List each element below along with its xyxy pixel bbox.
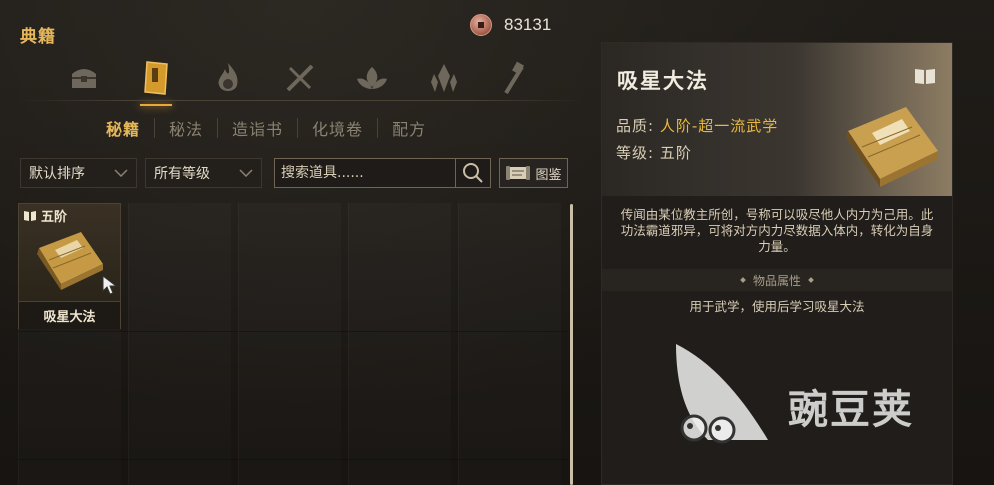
item-thumbnail: 五阶 [19,204,120,301]
quality-value: 人阶-超一流武学 [659,117,779,135]
tab-peifang[interactable]: 配方 [378,116,440,140]
search-icon [463,163,483,183]
manual-icon[interactable] [132,56,180,106]
filter-bar: 默认排序 所有等级 [20,158,262,188]
detail-book-image [846,107,938,187]
sword-hammer-icon[interactable] [492,56,540,100]
category-icon-row [60,56,564,106]
tujian-button[interactable]: 图鉴 [499,158,568,188]
chevron-down-icon [114,166,128,180]
diamond-icon [740,277,746,283]
sort-dropdown[interactable]: 默认排序 [20,158,137,188]
page-title: 典籍 [20,27,56,47]
watermark-logo-icon [676,344,768,444]
diamond-icon [808,277,814,283]
coin-icon [470,14,492,36]
quality-row: 品质: 人阶-超一流武学 [616,115,778,136]
detail-description: 传闻由某位教主所创，号称可以吸尽他人内力为己用。此功法霸道邪异，可将对方内力尽数… [620,207,934,254]
tab-zaoyishu[interactable]: 造诣书 [218,116,297,140]
level-value: 五阶 [659,144,692,162]
quality-label: 品质: [616,117,655,135]
grid-row-divider [18,331,568,332]
detail-title: 吸星大法 [617,69,709,93]
currency-display: 83131 [470,14,551,36]
lotus-icon[interactable] [348,56,396,100]
category-divider [20,100,584,101]
grid-row-divider [18,459,568,460]
level-row: 等级: 五阶 [616,142,692,163]
grid-slot-column [348,203,451,485]
scroll-icon [506,166,531,180]
level-dropdown[interactable]: 所有等级 [145,158,262,188]
grid-slot-column [458,203,561,485]
flame-icon[interactable] [204,56,252,100]
subtab-bar: 秘籍 秘法 造诣书 化境卷 配方 [92,116,440,140]
item-tier-label: 五阶 [41,210,68,225]
detail-header: 吸星大法 品质: 人阶-超一流武学 等级: 五阶 [602,43,952,196]
tujian-label: 图鉴 [535,167,562,183]
search-box [274,158,491,188]
tab-miji[interactable]: 秘籍 [92,116,154,140]
sort-dropdown-label: 默认排序 [29,166,85,182]
tab-mifa[interactable]: 秘法 [155,116,217,140]
tab-huajingjuan[interactable]: 化境卷 [298,116,377,140]
search-input[interactable] [275,159,455,187]
crossed-blades-icon[interactable] [276,56,324,100]
properties-text: 用于武学，使用后学习吸星大法 [689,299,865,314]
properties-header-label: 物品属性 [752,273,801,288]
chevron-down-icon [239,166,253,180]
properties-header: 物品属性 [602,269,952,291]
grid-slot-column [128,203,231,485]
currency-value: 83131 [504,15,552,34]
manual-book-image [37,232,103,290]
watermark-text: 豌豆荚 [788,387,914,433]
crystal-icon[interactable] [420,56,468,100]
grid-slot-column [238,203,341,485]
level-label: 等级: [616,144,655,162]
search-button[interactable] [455,159,490,187]
level-dropdown-label: 所有等级 [154,166,210,182]
item-name: 吸星大法 [19,301,120,329]
item-tier-badge: 五阶 [23,206,67,225]
item-slot-xixingdafa[interactable]: 五阶 吸星大法 [18,203,121,329]
grid-scrollbar[interactable] [570,204,573,485]
book-icon [914,67,936,89]
chest-icon[interactable] [60,56,108,100]
book-icon [24,210,36,221]
cursor-icon [102,274,118,299]
